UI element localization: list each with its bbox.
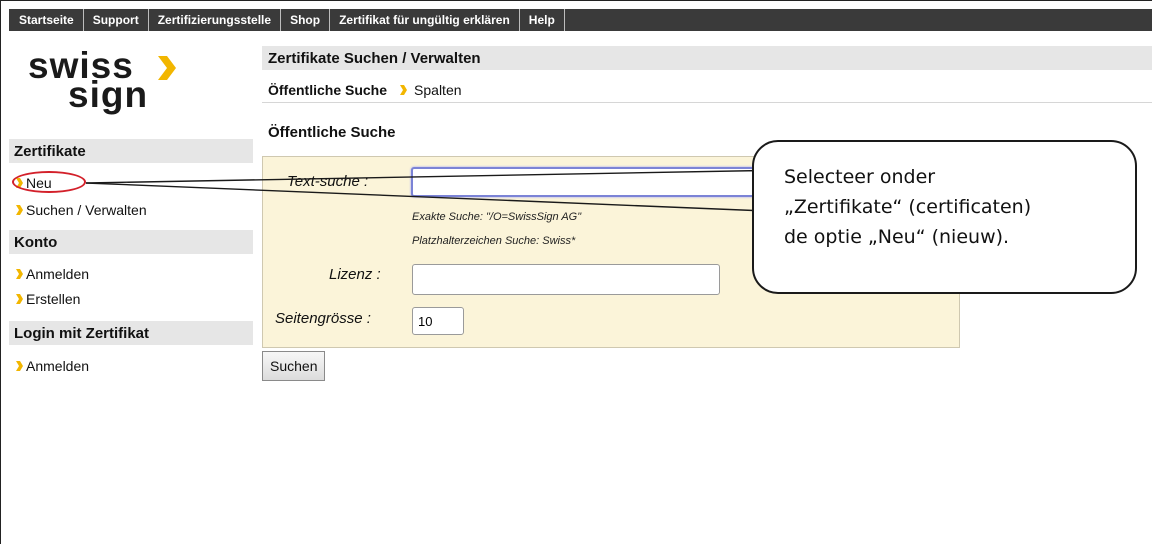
callout-line-2: „Zertifikate“ (certificaten) <box>784 196 1032 218</box>
callout-line-1: Selecteer onder <box>784 166 936 188</box>
highlight-circle <box>12 171 86 193</box>
callout-line-3: de optie „Neu“ (nieuw). <box>784 226 1010 248</box>
instruction-callout: Selecteer onder „Zertifikate“ (certifica… <box>752 140 1137 294</box>
